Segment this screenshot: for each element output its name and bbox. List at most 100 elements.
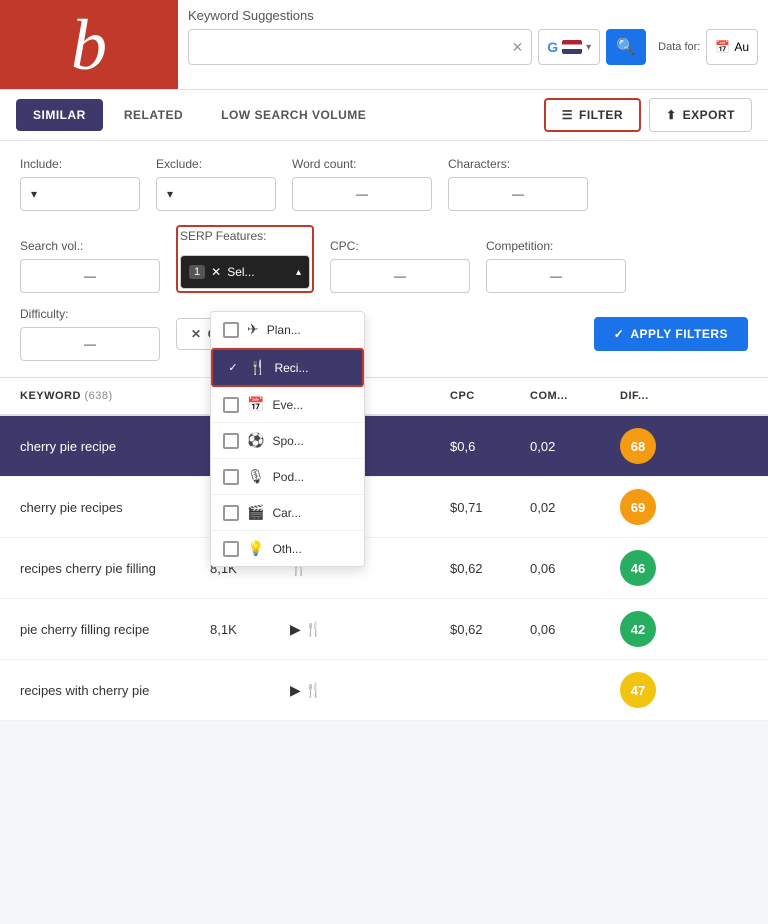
tab-related[interactable]: RELATED [107,99,200,131]
difficulty-badge: 47 [620,672,656,708]
table-section: KEYWORD (638) P FEATURES CPC COM... DIF.… [0,378,768,721]
table-row[interactable]: pie cherry filling recipe8,1K▶🍴$0,620,06… [0,599,768,660]
difficulty-filter-group: Difficulty: — [20,307,160,361]
table-row[interactable]: recipes with cherry pie ▶🍴 47 [0,660,768,721]
dropdown-item-label: Oth... [272,542,301,556]
serp-features-cell: ▶🍴 [280,609,440,650]
col-difficulty: DIF... [610,378,680,414]
search-vol-range[interactable]: — [20,259,160,293]
export-icon: ⬆ [666,108,677,122]
cpc-range[interactable]: — [330,259,470,293]
keyword-cell: recipes with cherry pie [0,671,200,710]
serp-feature-icon: ⚽ [247,432,264,449]
exclude-select[interactable]: ▾ [156,177,276,211]
dropdown-item[interactable]: 🎬 Car... [211,495,364,531]
filter-row-2: Search vol.: — SERP Features: 1 ✕ Sel...… [20,225,748,293]
difficulty-range[interactable]: — [20,327,160,361]
dropdown-item[interactable]: ✈Plan... [211,312,364,348]
difficulty-cell: 68 [610,416,680,476]
checkbox[interactable] [223,397,239,413]
close-icon[interactable]: ✕ [512,39,524,56]
search-icon: 🔍 [616,37,636,57]
filter-icon: ☰ [562,108,573,122]
serp-feature-icon: 🍴 [305,682,322,699]
difficulty-badge: 46 [620,550,656,586]
keyword-cell: cherry pie recipes [0,488,200,527]
volume-cell: 8,1K [200,610,280,649]
dropdown-item-label: Eve... [272,398,303,412]
exclude-filter-group: Exclude: ▾ [156,157,276,211]
tabs-bar: SIMILAR RELATED LOW SEARCH VOLUME ☰ FILT… [0,90,768,141]
tab-low-search-volume[interactable]: LOW SEARCH VOLUME [204,99,383,131]
difficulty-badge: 69 [620,489,656,525]
apply-filters-label: APPLY FILTERS [630,327,728,341]
volume-cell [200,678,280,702]
dropdown-item-label: Spo... [272,434,303,448]
checkbox[interactable] [223,433,239,449]
dropdown-item[interactable]: 🎙Pod... [211,459,364,495]
serp-features-cell: ▶🍴 [280,670,440,711]
dropdown-item[interactable]: 💡Oth... [211,531,364,566]
search-vol-filter-group: Search vol.: — [20,239,160,293]
table-row[interactable]: recipes cherry pie filling8,1K🍴$0,620,06… [0,538,768,599]
tabs-right-actions: ☰ FILTER ⬆ EXPORT [544,98,752,132]
search-bar: ✕ G ▾ 🔍 Data for: 📅 Au [188,29,758,65]
serp-feature-icon: 🍴 [249,359,266,376]
search-input-wrapper[interactable]: ✕ [188,29,532,65]
cpc-cell: $0,6 [440,427,520,466]
difficulty-cell: 47 [610,660,680,720]
dropdown-item[interactable]: 🍴 Reci... [211,348,364,387]
competition-range[interactable]: — [486,259,626,293]
dropdown-item[interactable]: ⚽ Spo... [211,423,364,459]
competition-label: Competition: [486,239,626,253]
serp-feature-icon: ▶ [290,682,301,699]
filter-button[interactable]: ☰ FILTER [544,98,641,132]
checkbox[interactable] [223,322,239,338]
dropdown-item[interactable]: 📅 Eve... [211,387,364,423]
competition-cell: 0,06 [520,610,610,649]
page-title: Keyword Suggestions [188,8,758,23]
difficulty-cell: 42 [610,599,680,659]
serp-feature-icon: 🎬 [247,504,264,521]
serp-feature-icon: 📅 [247,396,264,413]
table-row[interactable]: cherry pie recipe🖼🍴$0,60,0268 [0,416,768,477]
apply-filters-button[interactable]: ✓ APPLY FILTERS [594,317,748,351]
characters-range[interactable]: — [448,177,588,211]
chevron-down-icon: ▾ [31,187,37,201]
checkbox[interactable] [225,360,241,376]
logo-icon: b [71,9,107,81]
search-vol-label: Search vol.: [20,239,160,253]
word-count-range[interactable]: — [292,177,432,211]
cpc-filter-group: CPC: — [330,239,470,293]
checkbox[interactable] [223,505,239,521]
google-flag-selector[interactable]: G ▾ [538,29,600,65]
keyword-col-label: KEYWORD (638) [20,390,113,402]
search-button[interactable]: 🔍 [606,29,646,65]
cpc-label: CPC: [330,239,470,253]
cpc-cell [440,678,520,702]
include-label: Include: [20,157,140,171]
export-button[interactable]: ⬆ EXPORT [649,98,752,132]
checkbox[interactable] [223,469,239,485]
keyword-cell: recipes cherry pie filling [0,549,200,588]
checkbox[interactable] [223,541,239,557]
table-row[interactable]: cherry pie recipes🖼🍴$0,710,0269 [0,477,768,538]
chevron-down-icon: ▾ [586,42,591,53]
calendar-button[interactable]: 📅 Au [706,29,758,65]
calendar-label: Au [734,40,749,54]
dropdown-item-label: Plan... [267,323,301,337]
filter-section: Include: ▾ Exclude: ▾ Word count: — Char… [0,141,768,378]
exclude-label: Exclude: [156,157,276,171]
include-select[interactable]: ▾ [20,177,140,211]
dropdown-item-label: Reci... [274,361,308,375]
tab-similar[interactable]: SIMILAR [16,99,103,131]
serp-badge: 1 [189,265,205,279]
characters-label: Characters: [448,157,588,171]
data-for-wrapper: Data for: 📅 Au [658,29,758,65]
serp-clear-icon[interactable]: ✕ [211,265,221,279]
col-competition: COM... [520,378,610,414]
filter-label: FILTER [579,108,623,122]
dropdown-item-label: Car... [272,506,301,520]
serp-features-select[interactable]: 1 ✕ Sel... ▴ [180,255,310,289]
google-g-icon: G [547,39,558,55]
